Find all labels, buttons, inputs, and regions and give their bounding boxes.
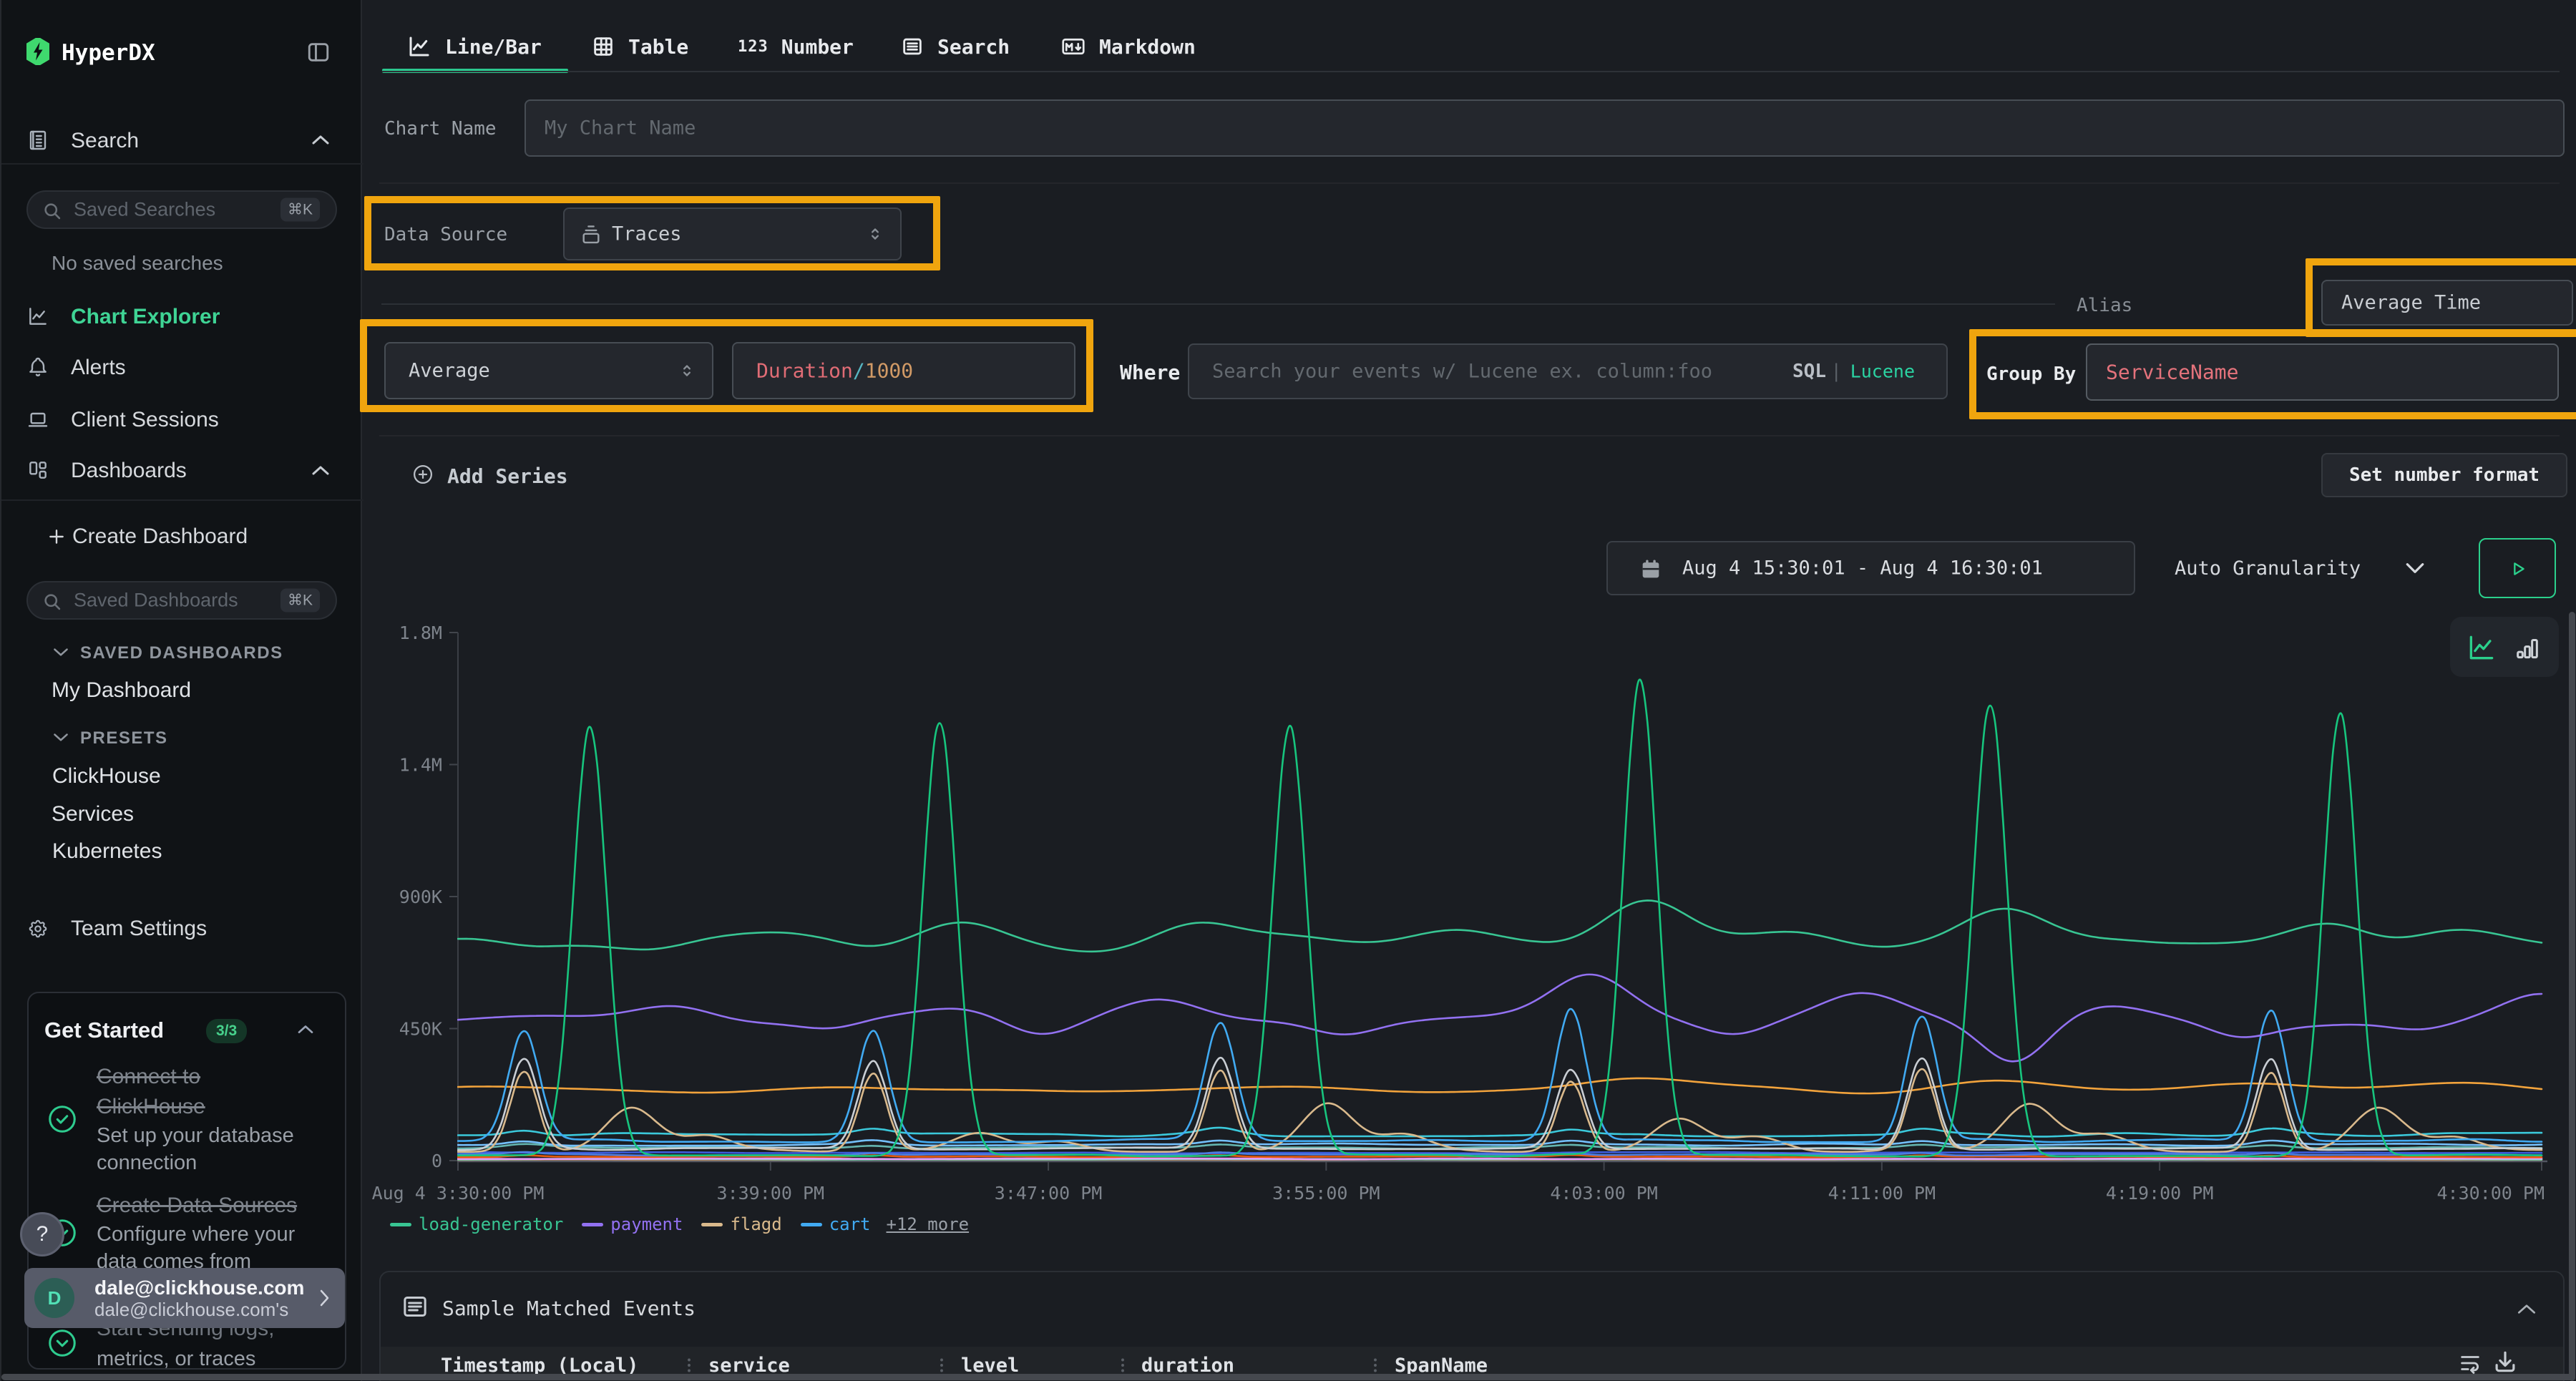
events-collapse-icon[interactable] (2516, 1301, 2537, 1317)
expression-field: Duration (756, 359, 853, 383)
number-123-icon: 123 (738, 38, 769, 56)
svg-text:0: 0 (431, 1151, 442, 1171)
chart-legend: load-generator payment flagd cart +12 mo… (390, 1212, 969, 1236)
aggregation-select[interactable]: Average (384, 342, 713, 399)
alias-input[interactable]: Average Time (2321, 280, 2573, 326)
granularity-select[interactable]: Auto Granularity (2175, 557, 2361, 580)
svg-text:1.8M: 1.8M (399, 623, 442, 643)
where-input[interactable]: Search your events w/ Lucene ex. column:… (1188, 343, 1948, 399)
svg-text:3:47:00 PM: 3:47:00 PM (995, 1183, 1103, 1204)
chart-type-toggle (2450, 617, 2559, 677)
calendar-icon (1639, 557, 1663, 582)
select-updown-icon (866, 225, 884, 243)
download-icon[interactable] (2492, 1348, 2519, 1375)
wrap-text-icon[interactable] (2458, 1351, 2482, 1375)
chart-explorer-page: Line/Bar Table 123 Number Search Markdow… (364, 0, 2576, 1381)
user-menu[interactable]: D dale@clickhouse.com dale@clickhouse.co… (24, 1268, 345, 1328)
tab-number[interactable]: 123 Number (738, 29, 854, 64)
expression-input[interactable]: Duration/1000 (732, 342, 1075, 399)
aggregation-value: Average (409, 360, 490, 382)
set-number-format-button[interactable]: Set number format (2321, 453, 2567, 497)
events-panel-title: Sample Matched Events (442, 1297, 696, 1320)
bar-chart-toggle-icon[interactable] (2513, 635, 2542, 663)
user-org: dale@clickhouse.com's (94, 1299, 304, 1320)
legend-more-link[interactable]: +12 more (887, 1214, 970, 1234)
tab-table[interactable]: Table (591, 29, 688, 64)
alias-label: Alias (2077, 295, 2132, 316)
lucene-toggle[interactable]: Lucene (1850, 361, 1915, 382)
svg-text:1.4M: 1.4M (399, 755, 442, 776)
tabbar-border (382, 71, 2560, 72)
timeseries-chart[interactable]: 0 450K 900K 1.4M 1.8M Aug 4 3:30:00 PM 3:39:00… (364, 608, 2576, 1238)
granularity-chevron-icon[interactable] (2404, 560, 2426, 576)
user-email: dale@clickhouse.com (94, 1277, 304, 1299)
traces-source-icon (579, 223, 603, 247)
chart-name-label: Chart Name (384, 118, 497, 140)
where-label: Where (1120, 361, 1180, 384)
sql-lucene-divider: | (1830, 361, 1842, 382)
tab-markdown[interactable]: Markdown (1060, 29, 1196, 64)
column-resize-handle[interactable] (940, 1355, 944, 1376)
events-list-icon (401, 1292, 429, 1321)
svg-text:4:30:00 PM: 4:30:00 PM (2436, 1183, 2545, 1204)
group-by-label: Group By (1986, 363, 2076, 385)
svg-text:4:11:00 PM: 4:11:00 PM (1828, 1183, 1936, 1204)
time-range-value: Aug 4 15:30:01 - Aug 4 16:30:01 (1682, 557, 2043, 580)
legend-dash (801, 1223, 822, 1226)
play-icon (2508, 559, 2528, 579)
chart-name-input[interactable]: My Chart Name (525, 99, 2565, 157)
tab-line-bar[interactable]: Line/Bar (406, 29, 542, 64)
data-source-value: Traces (612, 223, 682, 245)
add-series-plus-icon (412, 464, 434, 485)
expression-value: 1000 (865, 359, 913, 383)
legend-item[interactable]: flagd (730, 1214, 781, 1234)
svg-text:4:19:00 PM: 4:19:00 PM (2106, 1183, 2214, 1204)
select-updown-icon (678, 361, 696, 380)
search-list-icon (900, 34, 924, 59)
column-resize-handle[interactable] (687, 1355, 691, 1376)
group-by-value: ServiceName (2106, 361, 2238, 384)
where-placeholder: Search your events w/ Lucene ex. column:… (1212, 361, 1712, 383)
table-icon (591, 34, 615, 59)
line-chart-toggle-icon[interactable] (2466, 632, 2497, 663)
avatar: D (34, 1278, 74, 1318)
svg-text:3:55:00 PM: 3:55:00 PM (1272, 1183, 1380, 1204)
svg-text:3:39:00 PM: 3:39:00 PM (717, 1183, 825, 1204)
svg-text:4:03:00 PM: 4:03:00 PM (1550, 1183, 1658, 1204)
legend-dash (701, 1223, 723, 1226)
data-source-select[interactable]: Traces (563, 208, 902, 260)
run-query-button[interactable] (2479, 538, 2556, 598)
help-button[interactable]: ? (20, 1212, 64, 1256)
group-by-input[interactable]: ServiceName (2086, 343, 2559, 401)
sql-toggle[interactable]: SQL (1792, 361, 1826, 382)
time-range-picker[interactable]: Aug 4 15:30:01 - Aug 4 16:30:01 (1606, 541, 2135, 595)
tab-search[interactable]: Search (900, 29, 1010, 64)
legend-item[interactable]: payment (610, 1214, 683, 1234)
legend-dash (582, 1223, 603, 1226)
horizontal-scrollbar[interactable] (1, 1374, 2575, 1380)
svg-text:450K: 450K (399, 1019, 442, 1040)
help-question-mark: ? (36, 1222, 49, 1246)
svg-text:900K: 900K (399, 887, 442, 907)
chart-name-placeholder: My Chart Name (545, 117, 696, 140)
expression-operator: / (853, 359, 865, 383)
alias-value: Average Time (2341, 292, 2481, 314)
line-chart-icon (406, 34, 432, 59)
legend-dash (390, 1223, 411, 1226)
svg-text:Aug 4 3:30:00 PM: Aug 4 3:30:00 PM (372, 1183, 545, 1204)
vertical-scrollbar[interactable] (2569, 612, 2575, 1381)
column-resize-handle[interactable] (1121, 1355, 1125, 1376)
data-source-label: Data Source (384, 224, 507, 245)
user-chevron-right-icon (316, 1287, 332, 1309)
add-series-button[interactable]: Add Series (447, 464, 568, 488)
legend-item[interactable]: load-generator (419, 1214, 563, 1234)
markdown-icon (1060, 34, 1086, 59)
legend-item[interactable]: cart (829, 1214, 871, 1234)
column-resize-handle[interactable] (1373, 1355, 1377, 1376)
